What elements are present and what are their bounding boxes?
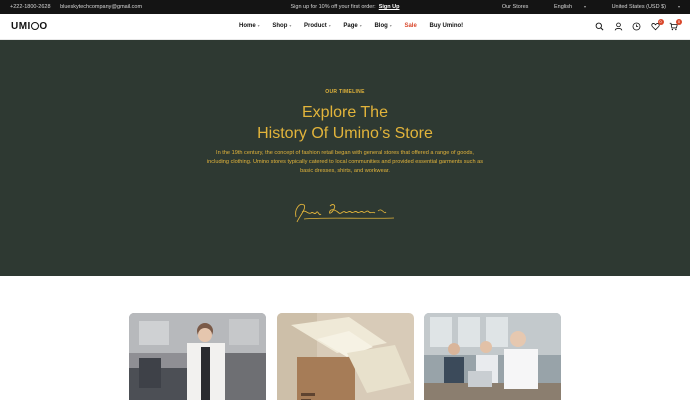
nav-label: Product [304, 23, 327, 29]
chevron-down-icon: ▾ [328, 23, 331, 28]
card-image-seamstress[interactable] [129, 313, 266, 400]
language-selector[interactable]: English ▾ [542, 4, 586, 10]
announcement-bar: +222-1800-2628 blueskytechcompany@gmail.… [0, 0, 690, 14]
chevron-down-icon: ▾ [289, 23, 292, 28]
nav-label: Page [343, 23, 358, 29]
wishlist-count-badge: 0 [657, 19, 664, 25]
site-header: UMI O Home ▾ Shop ▾ Product ▾ Page ▾ Blog ▾ Sa… [0, 14, 690, 40]
nav-label: Home [239, 23, 256, 29]
nav-item-home[interactable]: Home ▾ [239, 23, 260, 29]
signup-link[interactable]: Sign Up [379, 4, 400, 10]
logo-suffix: O [39, 21, 48, 32]
user-icon[interactable] [614, 22, 623, 31]
nav-item-page[interactable]: Page ▾ [343, 23, 361, 29]
chevron-down-icon: ▾ [584, 4, 587, 9]
hero-description: In the 19th century, the concept of fash… [206, 150, 484, 174]
currency-selector[interactable]: United States (USD $) ▾ [600, 4, 680, 10]
clock-icon[interactable] [632, 22, 641, 31]
nav-item-buy-umino[interactable]: Buy Umino! [429, 23, 463, 29]
chevron-down-icon: ▾ [677, 4, 680, 9]
timeline-hero: OUR TIMELINE Explore The History Of Umin… [0, 40, 690, 276]
site-logo[interactable]: UMI O [11, 21, 48, 32]
nav-item-sale[interactable]: Sale [404, 23, 416, 29]
promo-text: Sign up for 10% off your first order: [290, 4, 376, 10]
section-eyebrow: OUR TIMELINE [325, 89, 365, 95]
chevron-down-icon: ▾ [389, 23, 392, 28]
header-actions: 0 0 [590, 19, 682, 32]
logo-prefix: UMI [11, 21, 31, 32]
card-image-shirts[interactable] [277, 313, 414, 400]
our-stores-link[interactable]: Our Stores [502, 4, 529, 10]
hero-title-line-1: Explore The [302, 104, 388, 121]
card-image-team[interactable] [424, 313, 561, 400]
cart-count-badge: 0 [676, 19, 682, 25]
nav-label: Blog [374, 23, 388, 29]
search-icon[interactable] [595, 22, 604, 31]
main-nav: Home ▾ Shop ▾ Product ▾ Page ▾ Blog ▾ Sale Bu… [239, 23, 474, 29]
chevron-down-icon: ▾ [257, 23, 260, 28]
signature-image [295, 203, 395, 223]
nav-item-product[interactable]: Product ▾ [304, 23, 331, 29]
nav-label: Shop [272, 23, 288, 29]
cart-icon[interactable]: 0 [669, 19, 682, 31]
nav-item-blog[interactable]: Blog ▾ [374, 23, 391, 29]
language-label: English [553, 4, 573, 10]
topbar-settings: Our Stores English ▾ United States (USD $… [490, 4, 680, 10]
hero-title: Explore The History Of Umino’s Store [0, 102, 690, 144]
story-cards [0, 313, 690, 400]
nav-item-shop[interactable]: Shop ▾ [272, 23, 291, 29]
chevron-down-icon: ▾ [359, 23, 362, 28]
hero-title-line-2: History Of Umino’s Store [257, 125, 433, 142]
currency-label: United States (USD $) [611, 4, 666, 10]
heart-icon[interactable]: 0 [650, 19, 664, 31]
